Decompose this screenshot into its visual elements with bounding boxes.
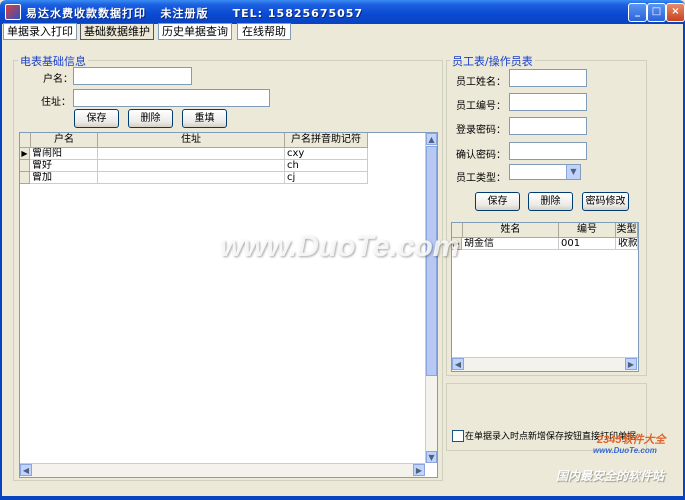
customer-vertical-scrollbar[interactable]: ▲ ▼ xyxy=(425,133,437,463)
row-selector[interactable] xyxy=(20,172,30,184)
maximize-button[interactable]: □ xyxy=(647,3,666,22)
address-label: 住址： xyxy=(41,97,71,108)
name-label: 户名： xyxy=(43,74,73,85)
confirm-password-input[interactable] xyxy=(509,142,587,160)
tab-basic-data[interactable]: 基础数据维护 xyxy=(80,23,154,40)
chevron-down-icon[interactable]: ▼ xyxy=(566,165,580,179)
change-password-button[interactable]: 密码修改 xyxy=(582,192,629,211)
scroll-left-icon[interactable]: ◀ xyxy=(452,358,464,370)
confirm-password-label: 确认密码： xyxy=(456,150,506,161)
scroll-down-icon[interactable]: ▼ xyxy=(426,451,437,463)
staff-id-input[interactable] xyxy=(509,93,587,111)
staff-name-label: 员工姓名： xyxy=(456,77,506,88)
table-cell[interactable] xyxy=(98,148,285,160)
name-input[interactable] xyxy=(73,67,192,85)
column-header-address[interactable]: 住址 xyxy=(98,133,285,148)
staff-type-label: 员工类型： xyxy=(456,173,506,184)
login-password-label: 登录密码： xyxy=(456,125,506,136)
tab-online-help[interactable]: 在线帮助 xyxy=(237,23,291,40)
scroll-right-icon[interactable]: ▶ xyxy=(625,358,637,370)
table-cell[interactable] xyxy=(98,172,285,184)
customer-delete-button[interactable]: 删除 xyxy=(128,109,173,128)
window-title: 易达水费收款数据打印 未注册版 TEL: 15825675057 xyxy=(26,7,364,20)
table-cell[interactable]: cj xyxy=(285,172,368,184)
staff-type-select[interactable]: ▼ xyxy=(509,164,581,180)
column-header-staff-type[interactable]: 类型 xyxy=(616,223,638,238)
tab-entry-print[interactable]: 单据录入打印 xyxy=(3,23,77,40)
scroll-right-icon[interactable]: ▶ xyxy=(413,464,425,476)
column-header-name[interactable]: 户名 xyxy=(31,133,98,148)
corner-brand: 2345软件大全 xyxy=(597,434,666,446)
print-on-save-checkbox[interactable] xyxy=(452,430,464,442)
customer-refill-button[interactable]: 重填 xyxy=(182,109,227,128)
login-password-input[interactable] xyxy=(509,117,587,135)
row-selector[interactable] xyxy=(20,160,30,172)
table-cell[interactable]: 曾好 xyxy=(30,160,98,172)
staff-horizontal-scrollbar[interactable]: ◀ ▶ xyxy=(452,357,638,371)
table-cell[interactable]: cxy xyxy=(285,148,368,160)
table-cell[interactable]: ch xyxy=(285,160,368,172)
title-bar[interactable]: 易达水费收款数据打印 未注册版 TEL: 15825675057 _ □ × xyxy=(0,0,685,24)
table-cell[interactable] xyxy=(98,160,285,172)
scroll-left-icon[interactable]: ◀ xyxy=(20,464,32,476)
customer-horizontal-scrollbar[interactable]: ◀ ▶ xyxy=(20,463,425,477)
staff-table[interactable]: 姓名 编号 类型 ▶ 胡金信 001 收款 ◀ ▶ xyxy=(451,222,639,372)
staff-name-input[interactable] xyxy=(509,69,587,87)
row-pointer-icon: ▶ xyxy=(20,148,30,160)
customer-save-button[interactable]: 保存 xyxy=(74,109,119,128)
tab-history-query[interactable]: 历史单据查询 xyxy=(158,23,232,40)
staff-group-title: 员工表/操作员表 xyxy=(450,53,535,69)
address-input[interactable] xyxy=(73,89,270,107)
close-button[interactable]: × xyxy=(666,3,685,22)
table-cell[interactable]: 收款 xyxy=(616,238,638,250)
corner-url: www.DuoTe.com xyxy=(593,446,657,455)
staff-id-label: 员工编号： xyxy=(456,101,506,112)
column-header-staff-id[interactable]: 编号 xyxy=(559,223,616,238)
watermark-text: www.DuoTe.com xyxy=(220,230,460,263)
column-header-pinyin[interactable]: 户名拼音助记符 xyxy=(285,133,368,148)
corner-slogan: 国内最安全的软件站 xyxy=(556,469,665,483)
staff-save-button[interactable]: 保存 xyxy=(475,192,520,211)
column-header-staff-name[interactable]: 姓名 xyxy=(463,223,559,238)
minimize-button[interactable]: _ xyxy=(628,3,647,22)
row-header-corner xyxy=(20,133,31,148)
table-cell[interactable]: 曾加 xyxy=(30,172,98,184)
table-cell[interactable]: 001 xyxy=(559,238,616,250)
scroll-up-icon[interactable]: ▲ xyxy=(426,133,437,145)
customer-table[interactable]: 户名 住址 户名拼音助记符 ▶ 曾闹阳 cxy 曾好 ch 曾加 cj ▲ ▼ … xyxy=(19,132,438,478)
table-cell[interactable]: 曾闹阳 xyxy=(30,148,98,160)
staff-delete-button[interactable]: 删除 xyxy=(528,192,573,211)
app-icon xyxy=(5,4,21,20)
table-cell[interactable]: 胡金信 xyxy=(462,238,559,250)
